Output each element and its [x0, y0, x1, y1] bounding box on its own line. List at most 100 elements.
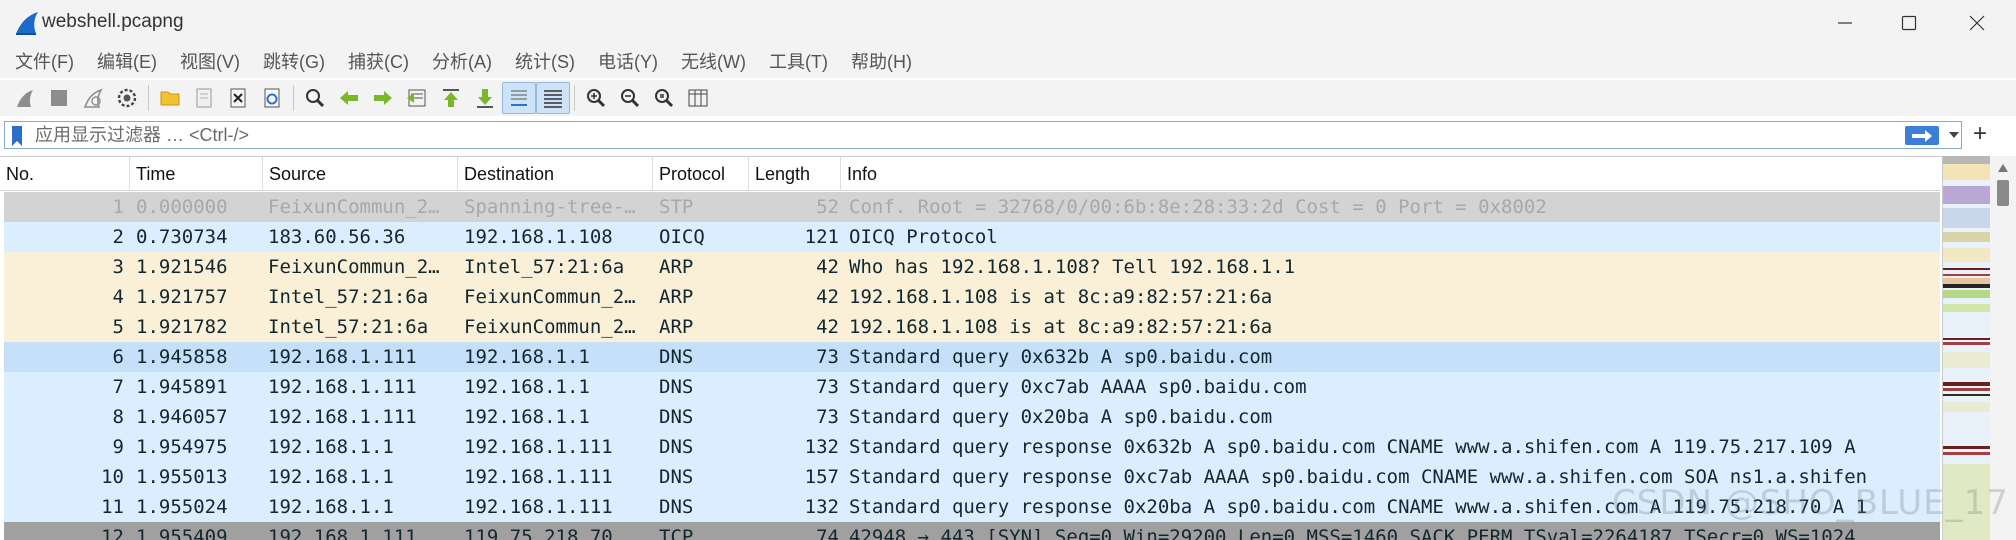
- close-button[interactable]: [1946, 0, 2008, 46]
- minimap-band: [1943, 452, 1990, 455]
- cell-source: FeixunCommun_2…: [268, 196, 440, 218]
- packet-row[interactable]: 1 0.000000 FeixunCommun_2… Spanning-tree-… S…: [4, 192, 1940, 222]
- cell-source: 192.168.1.1: [268, 496, 394, 518]
- menu-wireless[interactable]: 无线(W): [672, 48, 755, 76]
- column-header-time[interactable]: Time: [130, 157, 263, 191]
- column-header-no[interactable]: No.: [0, 157, 130, 191]
- menu-telephony[interactable]: 电话(Y): [589, 48, 667, 76]
- apply-filter-button[interactable]: [1905, 126, 1939, 145]
- cell-protocol: DNS: [659, 496, 694, 518]
- zoom-normal-button[interactable]: [647, 82, 681, 114]
- minimize-button[interactable]: [1814, 0, 1876, 46]
- go-back-button[interactable]: [332, 82, 366, 114]
- zoom-in-button[interactable]: [579, 82, 613, 114]
- cell-no: 7: [112, 376, 124, 398]
- go-forward-button[interactable]: [366, 82, 400, 114]
- packet-row[interactable]: 5 1.921782 Intel_57:21:6a FeixunCommun_2… AR…: [4, 312, 1940, 342]
- cell-length: 42: [816, 286, 839, 308]
- minimap-band: [1943, 274, 1990, 276]
- cell-protocol: DNS: [659, 436, 694, 458]
- colorize-button[interactable]: [536, 82, 570, 114]
- save-file-icon: [196, 88, 212, 108]
- maximize-button[interactable]: [1878, 0, 1940, 46]
- add-filter-button[interactable]: +: [1968, 121, 1992, 149]
- cell-time: 1.921782: [136, 316, 228, 338]
- cell-protocol: ARP: [659, 256, 694, 278]
- cell-destination: Intel_57:21:6a: [464, 256, 625, 278]
- reload-file-icon: [264, 88, 280, 108]
- packet-row[interactable]: 2 0.730734 183.60.56.36 192.168.1.108 OICQ 12…: [4, 222, 1940, 252]
- column-header-source[interactable]: Source: [263, 157, 458, 191]
- menu-file[interactable]: 文件(F): [6, 48, 83, 76]
- resize-columns-button[interactable]: [681, 82, 715, 114]
- reload-file-button[interactable]: [255, 82, 289, 114]
- menu-analyze[interactable]: 分析(A): [423, 48, 501, 76]
- display-filter-input[interactable]: [35, 122, 1895, 148]
- menu-bar: 文件(F) 编辑(E) 视图(V) 跳转(G) 捕获(C) 分析(A) 统计(S…: [0, 46, 2016, 78]
- cell-no: 10: [101, 466, 124, 488]
- minimap-band: [1943, 232, 1990, 242]
- cell-info: 192.168.1.108 is at 8c:a9:82:57:21:6a: [849, 286, 1273, 308]
- open-file-button[interactable]: [153, 82, 187, 114]
- go-to-packet-button[interactable]: [400, 82, 434, 114]
- cell-protocol: DNS: [659, 466, 694, 488]
- menu-statistics[interactable]: 统计(S): [506, 48, 584, 76]
- packet-row[interactable]: 4 1.921757 Intel_57:21:6a FeixunCommun_2… AR…: [4, 282, 1940, 312]
- cell-time: 1.921757: [136, 286, 228, 308]
- auto-scroll-button[interactable]: [502, 82, 536, 114]
- packet-row[interactable]: 9 1.954975 192.168.1.1 192.168.1.111 DNS 132 S…: [4, 432, 1940, 462]
- zoom-out-button[interactable]: [613, 82, 647, 114]
- go-to-packet-icon: [407, 89, 426, 107]
- menu-help[interactable]: 帮助(H): [842, 48, 921, 76]
- cell-destination: 192.168.1.1: [464, 376, 590, 398]
- save-file-button[interactable]: [187, 82, 221, 114]
- bookmark-icon[interactable]: [9, 125, 25, 147]
- close-file-button[interactable]: [221, 82, 255, 114]
- menu-go[interactable]: 跳转(G): [254, 48, 334, 76]
- column-header-info[interactable]: Info: [841, 157, 1940, 191]
- go-first-button[interactable]: [434, 82, 468, 114]
- go-first-icon: [443, 89, 459, 107]
- minimap-band: [1943, 186, 1990, 204]
- zoom-normal-icon: [655, 89, 674, 108]
- minimap-band: [1943, 352, 1990, 368]
- start-capture-button[interactable]: [8, 82, 42, 114]
- cell-protocol: ARP: [659, 316, 694, 338]
- menu-capture[interactable]: 捕获(C): [339, 48, 418, 76]
- find-packet-button[interactable]: [298, 82, 332, 114]
- column-header-destination[interactable]: Destination: [458, 157, 653, 191]
- menu-view[interactable]: 视图(V): [171, 48, 249, 76]
- cell-info: Conf. Root = 32768/0/00:6b:8e:28:33:2d C…: [849, 196, 1547, 218]
- packet-row[interactable]: 7 1.945891 192.168.1.111 192.168.1.1 DNS 73 St…: [4, 372, 1940, 402]
- toolbar-separator: [148, 85, 149, 111]
- capture-options-button[interactable]: [110, 82, 144, 114]
- capture-options-icon: [117, 88, 137, 108]
- column-header-protocol[interactable]: Protocol: [653, 157, 749, 191]
- minimap-band: [1943, 248, 1990, 262]
- cell-length: 52: [816, 196, 839, 218]
- arrow-right-icon: [1912, 129, 1932, 142]
- cell-time: 1.955013: [136, 466, 228, 488]
- menu-edit[interactable]: 编辑(E): [88, 48, 166, 76]
- filter-history-dropdown[interactable]: [1945, 122, 1963, 148]
- go-last-button[interactable]: [468, 82, 502, 114]
- scroll-thumb[interactable]: [1997, 180, 2009, 206]
- title-bar: webshell.pcapng: [0, 0, 2016, 46]
- cell-info: Standard query 0xc7ab AAAA sp0.baidu.com: [849, 376, 1307, 398]
- cell-time: 1.921546: [136, 256, 228, 278]
- cell-time: 1.955409: [136, 526, 228, 540]
- stop-capture-button[interactable]: [42, 82, 76, 114]
- colorize-icon: [544, 90, 562, 108]
- cell-protocol: TCP: [659, 526, 694, 540]
- cell-no: 2: [112, 226, 124, 248]
- restart-capture-button[interactable]: [76, 82, 110, 114]
- minimap-band: [1943, 402, 1990, 412]
- scroll-up-icon[interactable]: [1996, 162, 2010, 174]
- packet-row[interactable]: 8 1.946057 192.168.1.111 192.168.1.1 DNS 73 St…: [4, 402, 1940, 432]
- packet-row[interactable]: 6 1.945858 192.168.1.111 192.168.1.1 DNS 73 St…: [4, 342, 1940, 372]
- zoom-in-icon: [587, 89, 606, 108]
- column-header-length[interactable]: Length: [749, 157, 841, 191]
- packet-row[interactable]: 3 1.921546 FeixunCommun_2… Intel_57:21:6a AR…: [4, 252, 1940, 282]
- packet-row[interactable]: 12 1.955409 192.168.1.111 119.75.218.70 TCP 7…: [4, 522, 1940, 540]
- menu-tools[interactable]: 工具(T): [760, 48, 837, 76]
